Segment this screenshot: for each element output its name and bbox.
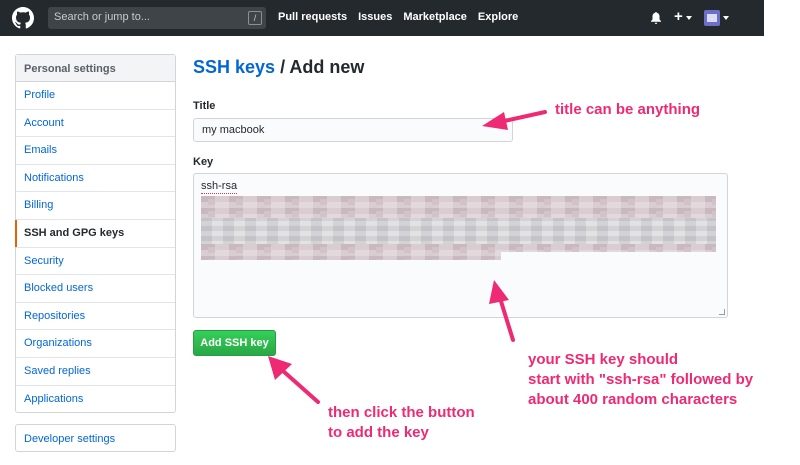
sidebar-item-repositories[interactable]: Repositories xyxy=(16,303,175,331)
annotation-key-line-1: your SSH key should xyxy=(528,351,679,368)
sidebar-item-organizations[interactable]: Organizations xyxy=(16,330,175,358)
header-edge xyxy=(764,0,800,36)
chevron-down-icon[interactable] xyxy=(686,16,692,20)
nav-explore[interactable]: Explore xyxy=(478,11,518,23)
title-label: Title xyxy=(193,100,216,112)
sidebar-item-blocked-users[interactable]: Blocked users xyxy=(16,275,175,303)
annotation-button-line-1: then click the button xyxy=(328,404,475,421)
resize-handle[interactable] xyxy=(719,309,725,315)
key-prefix-text: ssh-rsa xyxy=(201,180,238,194)
add-ssh-key-button[interactable]: Add SSH key xyxy=(193,330,276,356)
settings-sidebar: Personal settings Profile Account Emails… xyxy=(15,54,176,413)
key-textarea[interactable]: ssh-rsa xyxy=(193,173,728,318)
sidebar-item-profile[interactable]: Profile xyxy=(16,82,175,110)
avatar[interactable] xyxy=(704,10,720,26)
breadcrumb-current: / Add new xyxy=(275,57,365,77)
top-header: Search or jump to... / Pull requests Iss… xyxy=(0,0,800,36)
search-input[interactable]: Search or jump to... / xyxy=(48,7,266,29)
annotation-key-note: your SSH key should start with "ssh-rsa"… xyxy=(528,350,753,410)
nav-pull-requests[interactable]: Pull requests xyxy=(278,11,347,23)
title-input[interactable]: my macbook xyxy=(193,118,513,142)
sidebar-item-applications[interactable]: Applications xyxy=(16,386,175,414)
annotation-button-line-2: to add the key xyxy=(328,424,429,441)
nav-issues[interactable]: Issues xyxy=(358,11,392,23)
annotation-button-note: then click the button to add the key xyxy=(328,403,475,443)
nav-marketplace[interactable]: Marketplace xyxy=(403,11,467,23)
bell-icon[interactable] xyxy=(651,12,661,24)
search-shortcut-key: / xyxy=(248,11,262,25)
annotation-title-note: title can be anything xyxy=(555,101,701,118)
annotation-key-line-3: about 400 random characters xyxy=(528,391,738,408)
page-title: SSH keys / Add new xyxy=(193,57,364,78)
chevron-down-icon[interactable] xyxy=(723,16,729,20)
search-placeholder: Search or jump to... xyxy=(54,11,150,23)
create-new-plus-icon[interactable]: + xyxy=(674,8,683,25)
arrow-to-button-icon xyxy=(268,356,320,404)
sidebar-item-notifications[interactable]: Notifications xyxy=(16,165,175,193)
sidebar-heading: Personal settings xyxy=(16,55,175,82)
annotation-key-line-2: start with "ssh-rsa" followed by xyxy=(528,371,754,388)
sidebar-item-account[interactable]: Account xyxy=(16,110,175,138)
sidebar-item-ssh-gpg-keys[interactable]: SSH and GPG keys xyxy=(15,219,175,248)
key-label: Key xyxy=(193,156,214,168)
header-nav: Pull requests Issues Marketplace Explore xyxy=(278,11,518,23)
redacted-key-blur xyxy=(201,196,716,266)
developer-settings-link[interactable]: Developer settings xyxy=(15,424,176,452)
github-logo-icon[interactable] xyxy=(12,7,34,29)
breadcrumb-ssh-keys[interactable]: SSH keys xyxy=(193,57,275,77)
sidebar-item-billing[interactable]: Billing xyxy=(16,192,175,220)
sidebar-item-security[interactable]: Security xyxy=(16,248,175,276)
sidebar-item-saved-replies[interactable]: Saved replies xyxy=(16,358,175,386)
sidebar-item-emails[interactable]: Emails xyxy=(16,137,175,165)
